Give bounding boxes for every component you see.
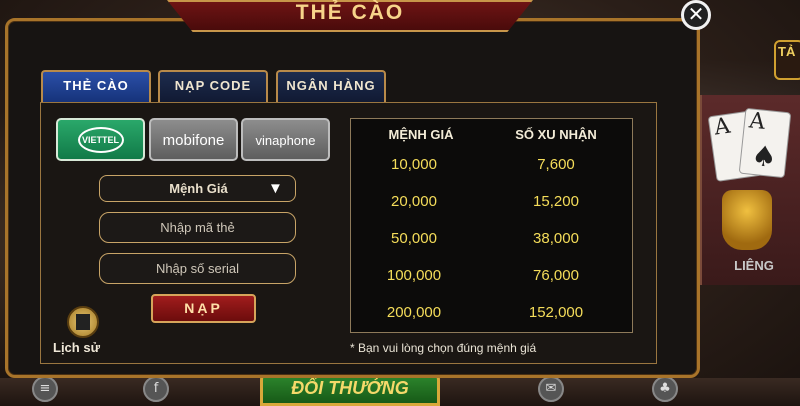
coins-cell: 15,200 (533, 193, 579, 210)
price-table-header: SỐ XU NHẬN (515, 127, 597, 142)
viettel-logo-icon: VIETTEL (77, 127, 124, 153)
tab-ngan-hang[interactable]: NGÂN HÀNG (276, 70, 386, 102)
playing-card-icon: A ♠ (738, 107, 792, 179)
close-icon[interactable]: ✕ (681, 0, 711, 30)
denomination-cell: 10,000 (391, 156, 437, 173)
table-row: 100,000 76,000 (351, 267, 634, 287)
denomination-cell: 100,000 (386, 267, 442, 284)
carrier-viettel-button[interactable]: VIETTEL (56, 118, 145, 161)
triangle-down-icon: ▼ (268, 180, 283, 197)
table-row: 200,000 152,000 (351, 304, 634, 324)
background-tag: TẢ (774, 40, 800, 80)
price-table-header: MỆNH GIÁ (388, 127, 454, 142)
table-row: 50,000 38,000 (351, 230, 634, 250)
coins-cell: 7,600 (537, 156, 575, 173)
denomination-select[interactable]: Mệnh Giá ▼ (99, 175, 296, 202)
card-code-input[interactable] (99, 212, 296, 243)
tab-nap-code[interactable]: NẠP CODE (158, 70, 268, 102)
carrier-mobifone-button[interactable]: mobifone (149, 118, 238, 161)
denomination-cell: 50,000 (391, 230, 437, 247)
denomination-cell: 200,000 (386, 304, 442, 321)
denomination-note: * Bạn vui lòng chọn đúng mệnh giá (350, 341, 537, 355)
dialog-title: THẺ CÀO (295, 1, 405, 24)
tab-the-cao[interactable]: THẺ CÀO (41, 70, 151, 102)
background-game-label: LIÊNG (734, 258, 774, 273)
mail-icon: ✉ (538, 376, 564, 402)
table-row: 10,000 7,600 (351, 156, 634, 176)
serial-input[interactable] (99, 253, 296, 284)
trophy-icon (722, 190, 772, 250)
carrier-vinaphone-button[interactable]: vinaphone (241, 118, 330, 161)
coins-cell: 152,000 (528, 304, 584, 321)
club-icon: ♣ (652, 376, 678, 402)
coins-cell: 76,000 (533, 267, 579, 284)
coins-cell: 38,000 (533, 230, 579, 247)
denomination-cell: 20,000 (391, 193, 437, 210)
history-label[interactable]: Lịch sử (53, 340, 113, 355)
facebook-icon: f (143, 376, 169, 402)
submit-topup-button[interactable]: NẠP (151, 294, 256, 323)
price-table: MỆNH GIÁ SỐ XU NHẬN 10,000 7,600 20,000 … (350, 118, 633, 333)
table-row: 20,000 15,200 (351, 193, 634, 213)
menu-icon: ≡ (32, 376, 58, 402)
